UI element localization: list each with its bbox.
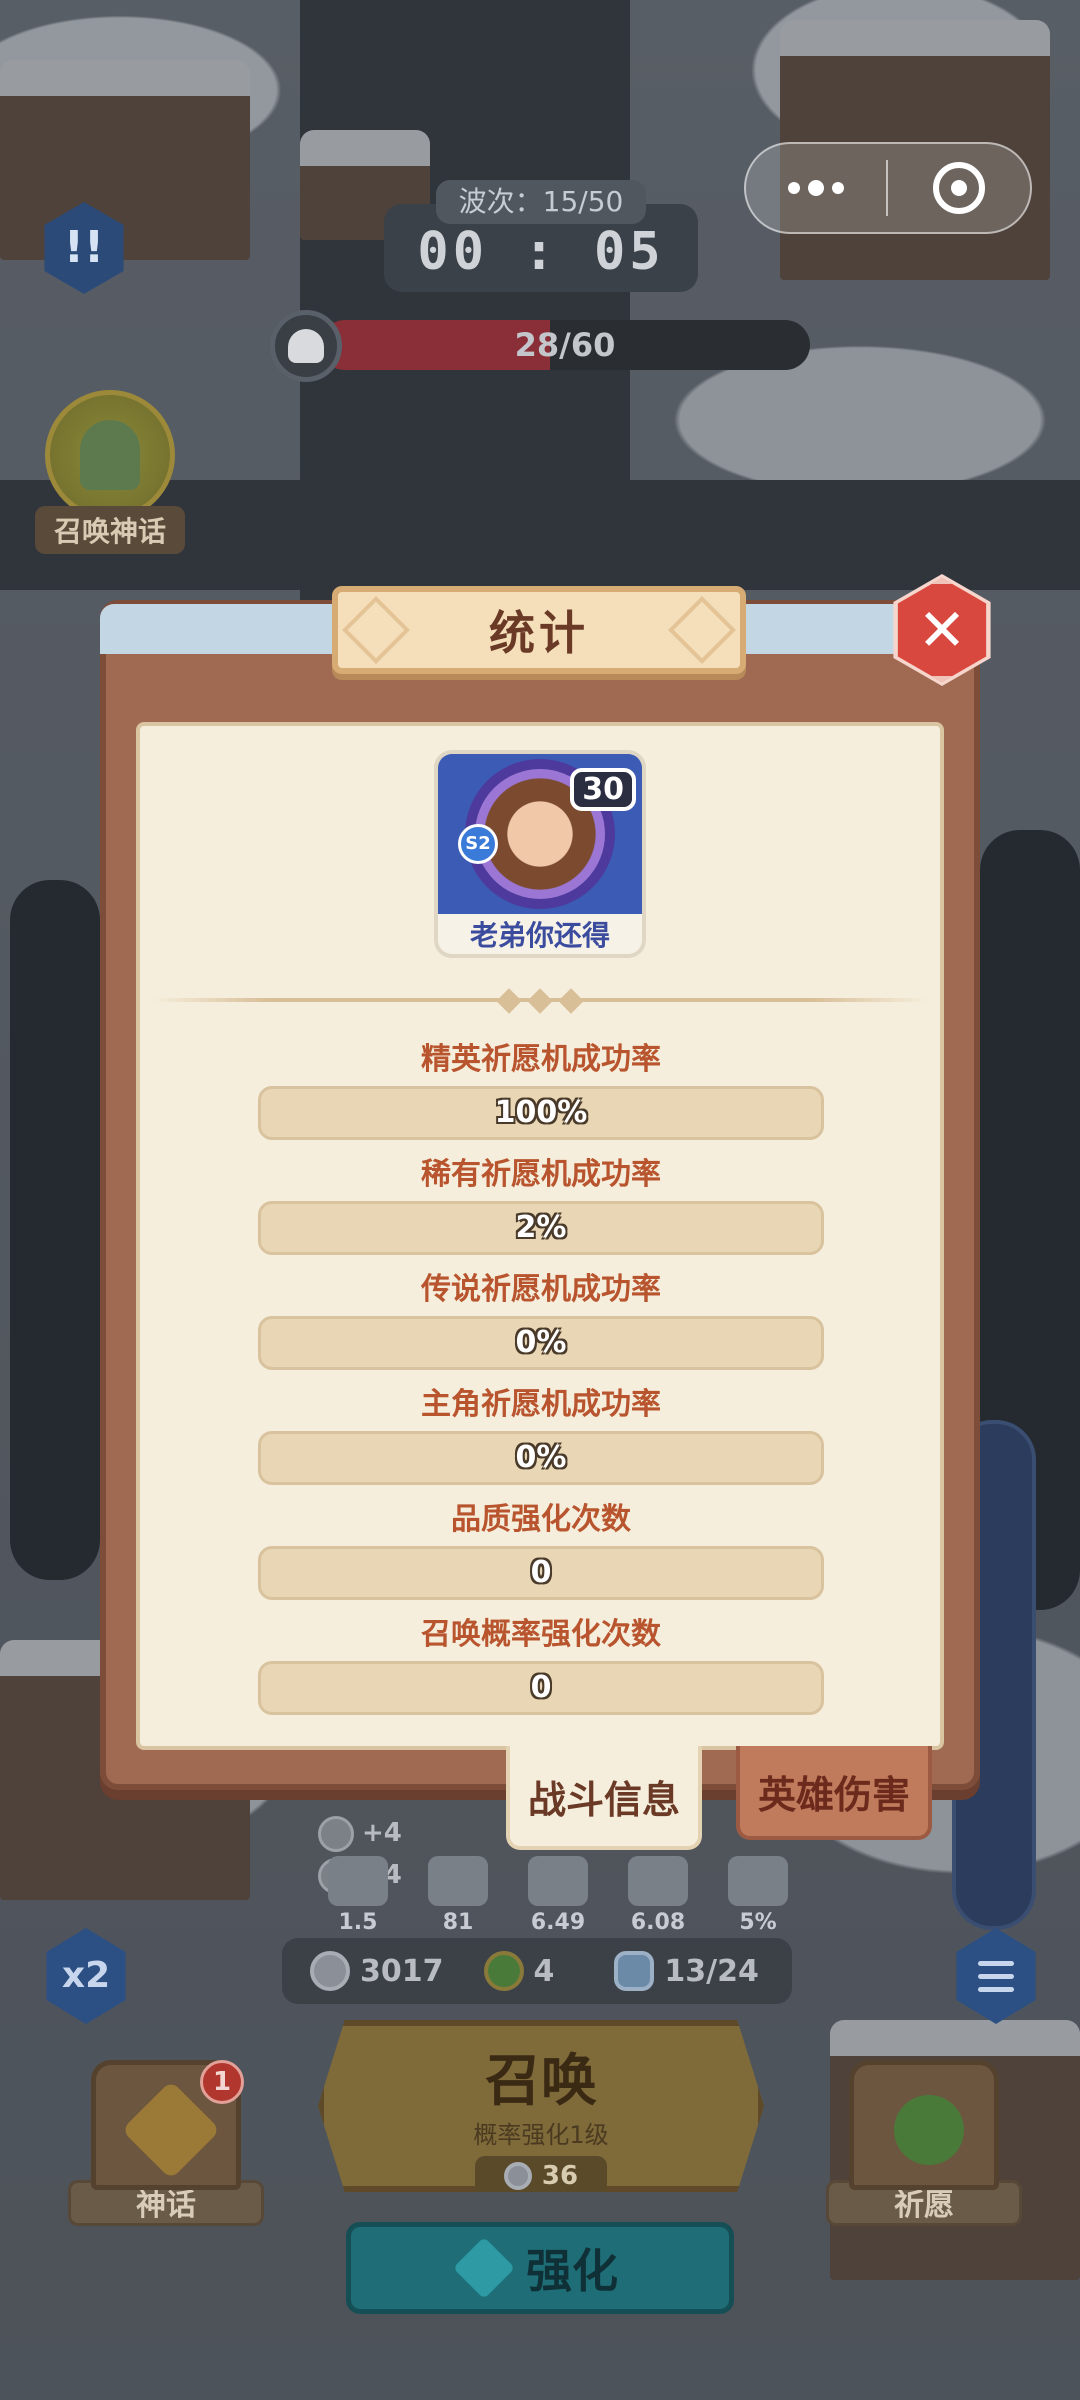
modal-title: 统计: [489, 606, 589, 660]
stat-quality-upgrades: 品质强化次数 0: [258, 1498, 824, 1600]
strengthen-label: 强化: [526, 2244, 618, 2298]
stat-elite-wish-rate: 精英祈愿机成功率 100%: [258, 1038, 824, 1140]
stat-value: 0: [258, 1661, 824, 1715]
crit-buff-icon: [528, 1856, 588, 1906]
tab-battle-info[interactable]: 战斗信息: [506, 1746, 702, 1850]
menu-line-icon: [978, 1973, 1014, 1979]
gear-buff-icon: [728, 1856, 788, 1906]
stat-label: 精英祈愿机成功率: [421, 1042, 661, 1077]
wave-counter: 波次：15/50: [436, 180, 646, 224]
population-icon: [614, 1951, 655, 1991]
menu-line-icon: [978, 1986, 1014, 1992]
enemy-count-text: 28/60: [514, 326, 616, 364]
stat-label: 召唤概率强化次数: [421, 1617, 661, 1652]
stat-legend-wish-rate: 传说祈愿机成功率 0%: [258, 1268, 824, 1370]
stat-label: 传说祈愿机成功率: [421, 1272, 661, 1307]
player-name: 老弟你还得: [438, 914, 642, 954]
buff-item: 5%: [720, 1856, 796, 1935]
stat-label: 品质强化次数: [451, 1502, 631, 1537]
bonus-tag: +4: [362, 1818, 402, 1848]
buff-value: 5%: [739, 1910, 777, 1935]
buff-value: 1.5: [338, 1910, 378, 1935]
coin-counter: 3017: [310, 1951, 444, 1991]
stat-label: 稀有祈愿机成功率: [421, 1157, 661, 1192]
clover-value: 4: [533, 1953, 555, 1989]
summon-button[interactable]: 召唤 概率强化1级 36: [318, 2020, 764, 2192]
player-avatar: 30 S2: [438, 754, 642, 914]
coin-value: 3017: [360, 1953, 444, 1989]
player-level: 30: [570, 768, 636, 811]
summon-cost-value: 36: [541, 2161, 579, 2191]
resource-bar: 3017 4 13/24: [282, 1938, 792, 2004]
buff-icon: [328, 1856, 388, 1906]
more-dot-icon: [808, 180, 824, 196]
more-button[interactable]: [746, 144, 886, 232]
attack-buff-icon: [428, 1856, 488, 1906]
summon-cost: 36: [475, 2156, 607, 2192]
tab-hero-damage[interactable]: 英雄伤害: [736, 1746, 932, 1840]
menu-line-icon: [978, 1960, 1014, 1966]
clover-counter: 4: [483, 1951, 555, 1991]
buff-item: 6.08: [620, 1856, 696, 1935]
stat-rare-wish-rate: 稀有祈愿机成功率 2%: [258, 1153, 824, 1255]
buff-item: 1.5: [320, 1856, 396, 1935]
mini-program-capsule: [744, 142, 1032, 234]
upgrade-icon: [452, 2236, 516, 2300]
more-dot-icon: [788, 182, 800, 194]
summon-myth-button[interactable]: 召唤神话: [35, 390, 185, 554]
buff-value: 81: [442, 1910, 474, 1935]
summon-subtitle: 概率强化1级: [473, 2121, 609, 2149]
summon-myth-label: 召唤神话: [35, 506, 185, 554]
buff-item: 6.49: [520, 1856, 596, 1935]
strengthen-button[interactable]: 强化: [346, 2222, 734, 2314]
stat-value: 0: [258, 1546, 824, 1600]
buff-list: 1.5 81 6.49 6.08 5%: [320, 1856, 796, 1935]
buff-value: 6.49: [530, 1910, 586, 1935]
coin-icon: [503, 2162, 532, 2190]
stat-value: 0%: [258, 1431, 824, 1485]
modal-title-plaque: 统计: [332, 586, 746, 674]
target-icon: [933, 162, 985, 214]
stat-summon-rate-upgrades: 召唤概率强化次数 0: [258, 1613, 824, 1715]
summon-title: 召唤: [485, 2049, 597, 2114]
wish-machine-icon: [849, 2060, 999, 2190]
stat-value: 100%: [258, 1086, 824, 1140]
stat-value: 0%: [258, 1316, 824, 1370]
buff-item: 81: [420, 1856, 496, 1935]
enemy-count-bar: 28/60: [320, 320, 810, 370]
notification-badge: 1: [200, 2060, 244, 2104]
player-card: 30 S2 老弟你还得: [434, 750, 646, 958]
coin-icon: [310, 1951, 350, 1991]
myth-hero-avatar: [45, 390, 175, 520]
buff-value: 6.08: [630, 1910, 686, 1935]
close-icon: ✕: [917, 596, 967, 664]
more-dot-icon: [832, 182, 844, 194]
season-badge: S2: [458, 824, 498, 864]
fist-buff-icon: [628, 1856, 688, 1906]
wish-slot-button[interactable]: 祈愿: [826, 2060, 1022, 2226]
population-counter: 13/24: [614, 1951, 759, 1991]
clover-icon: [483, 1951, 524, 1991]
population-value: 13/24: [664, 1953, 759, 1989]
skull-icon: [270, 310, 342, 382]
coin-icon: [318, 1815, 354, 1852]
stat-hero-wish-rate: 主角祈愿机成功率 0%: [258, 1383, 824, 1485]
divider-ornament: [496, 988, 584, 1014]
stat-label: 主角祈愿机成功率: [421, 1387, 661, 1422]
exit-mini-program-button[interactable]: [888, 162, 1030, 214]
stat-value: 2%: [258, 1201, 824, 1255]
